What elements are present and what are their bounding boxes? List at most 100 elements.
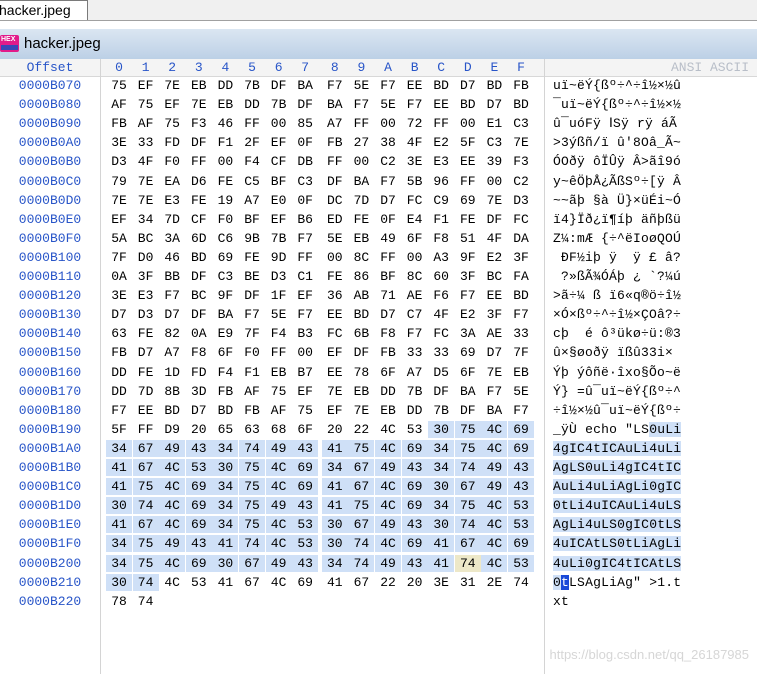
ascii-text[interactable]: ÓOðÿ ôÏÛÿ Â>ãî9ó <box>553 153 681 170</box>
hex-byte[interactable]: BD <box>186 249 212 266</box>
hex-byte[interactable]: AE <box>481 325 507 342</box>
hex-byte[interactable]: BF <box>239 211 265 228</box>
hex-byte[interactable]: FF <box>239 115 265 132</box>
hex-byte[interactable]: BC <box>133 230 159 247</box>
ascii-text[interactable]: AgLS0uLi4gIC4tIC <box>553 459 682 476</box>
hex-byte[interactable]: 75 <box>239 478 265 496</box>
hex-byte[interactable]: 6F <box>212 344 238 361</box>
hex-byte[interactable]: 39 <box>481 153 507 170</box>
hex-byte[interactable]: 6F <box>292 421 318 438</box>
ascii-text[interactable]: ÐF½iþ ÿ ÿ £ â? <box>553 249 681 266</box>
hex-byte[interactable]: DD <box>375 383 401 400</box>
hex-byte[interactable]: 34 <box>428 497 455 515</box>
hex-byte[interactable]: EF <box>106 211 132 228</box>
ascii-text[interactable]: ~~ãþ §à Ü}×üÉi~Ó <box>553 192 681 209</box>
hex-byte[interactable]: 5E <box>348 77 374 94</box>
hex-byte[interactable]: 46 <box>159 249 185 266</box>
hex-byte[interactable]: EF <box>159 96 185 113</box>
hex-byte[interactable]: 20 <box>322 421 348 438</box>
hex-byte[interactable]: 60 <box>428 268 454 285</box>
hex-byte[interactable]: DF <box>428 383 454 400</box>
hex-byte[interactable]: DB <box>292 153 318 170</box>
hex-byte[interactable]: FF <box>348 115 374 132</box>
hex-byte[interactable]: F7 <box>106 402 132 419</box>
hex-byte[interactable]: 74 <box>348 535 375 553</box>
hex-byte[interactable]: C3 <box>292 173 318 190</box>
ascii-text[interactable]: AgLi4uLS0gIC0tLS <box>553 516 682 533</box>
hex-byte[interactable]: BA <box>322 96 348 113</box>
hex-byte[interactable]: 49 <box>375 516 401 534</box>
hex-byte[interactable]: F4 <box>266 325 292 342</box>
hex-byte[interactable]: DD <box>402 402 428 419</box>
hex-byte[interactable]: BF <box>375 268 401 285</box>
hex-byte[interactable]: 31 <box>455 574 481 591</box>
ascii-text[interactable]: uï~ëÝ{ßº÷^÷î½×½û <box>553 77 681 94</box>
hex-byte[interactable]: E3 <box>133 287 159 304</box>
hex-byte[interactable]: 69 <box>401 535 428 553</box>
hex-byte[interactable]: AF <box>133 115 159 132</box>
hex-byte[interactable]: 0F <box>292 134 318 151</box>
hex-byte[interactable]: 00 <box>375 115 401 132</box>
ascii-text[interactable]: ×Ó×ßº÷^÷î½×ÇOâ?÷ <box>553 306 681 323</box>
hex-byte[interactable]: D7 <box>481 344 507 361</box>
hex-byte[interactable]: 0A <box>106 268 132 285</box>
hex-byte[interactable]: D7 <box>133 344 159 361</box>
hex-byte[interactable]: F4 <box>239 153 265 170</box>
hex-byte[interactable]: C7 <box>402 306 428 323</box>
hex-byte[interactable]: 7E <box>481 192 507 209</box>
hex-byte[interactable]: 4C <box>159 516 186 534</box>
hex-byte[interactable]: F7 <box>402 96 428 113</box>
hex-byte[interactable]: A7 <box>402 364 428 381</box>
hex-byte[interactable]: 75 <box>348 439 375 457</box>
hex-byte[interactable]: F7 <box>292 230 318 247</box>
hex-byte[interactable]: EE <box>455 153 481 170</box>
ascii-text[interactable]: 4uLi0gIC4tICAtLS <box>553 555 682 572</box>
hex-byte[interactable]: 34 <box>321 459 348 476</box>
hex-byte[interactable]: F0 <box>239 344 265 361</box>
hex-byte[interactable]: BF <box>266 173 292 190</box>
hex-byte[interactable]: 6F <box>455 364 481 381</box>
hex-byte[interactable]: 43 <box>292 439 319 457</box>
hex-byte[interactable]: 9B <box>239 230 265 247</box>
hex-byte[interactable]: DF <box>455 402 481 419</box>
hex-byte[interactable]: 75 <box>292 402 318 419</box>
hex-byte[interactable]: 34 <box>133 211 159 228</box>
hex-byte[interactable]: 7B <box>239 77 265 94</box>
hex-byte[interactable]: EE <box>428 96 454 113</box>
hex-byte[interactable]: DF <box>266 77 292 94</box>
hex-byte[interactable]: 85 <box>292 115 318 132</box>
hex-byte[interactable]: D0 <box>133 249 159 266</box>
hex-byte[interactable]: BD <box>212 402 238 419</box>
hex-byte[interactable]: FF <box>375 249 401 266</box>
hex-byte[interactable]: DF <box>186 306 212 323</box>
hex-byte[interactable]: EB <box>266 364 292 381</box>
hex-byte[interactable]: 34 <box>428 439 455 457</box>
ascii-text[interactable]: ¯uï~ëÝ{ßº÷^÷î½×½ <box>553 96 681 113</box>
hex-byte[interactable]: 38 <box>375 134 401 151</box>
hex-byte[interactable]: 1F <box>266 287 292 304</box>
hex-byte[interactable]: 30 <box>428 516 455 534</box>
hex-byte[interactable]: 30 <box>106 497 132 515</box>
hex-byte[interactable]: 4C <box>481 535 508 553</box>
hex-byte[interactable]: FE <box>239 249 265 266</box>
hex-byte[interactable]: 53 <box>508 554 534 572</box>
hex-byte[interactable]: 3E <box>428 574 454 591</box>
hex-byte[interactable]: 74 <box>454 516 481 534</box>
hex-byte[interactable]: 4C <box>375 421 401 438</box>
hex-byte[interactable]: 6F <box>375 364 401 381</box>
hex-byte[interactable]: 00 <box>292 344 318 361</box>
hex-byte[interactable]: F7 <box>402 325 428 342</box>
hex-byte[interactable]: EA <box>159 173 185 190</box>
hex-byte[interactable]: FE <box>455 211 481 228</box>
hex-byte[interactable]: F4 <box>212 364 238 381</box>
hex-byte[interactable]: 7E <box>133 192 159 209</box>
hex-byte[interactable]: BD <box>481 77 507 94</box>
hex-byte[interactable]: 6B <box>348 325 374 342</box>
hex-byte[interactable]: BA <box>348 173 374 190</box>
hex-byte[interactable]: 49 <box>159 535 186 553</box>
hex-byte[interactable]: 3E <box>106 134 132 151</box>
hex-byte[interactable]: D7 <box>106 306 132 323</box>
hex-byte[interactable]: B7 <box>292 364 318 381</box>
hex-byte[interactable]: 4C <box>265 459 292 476</box>
ascii-text[interactable]: 4gIC4tICAuLi4uLi <box>553 440 682 457</box>
